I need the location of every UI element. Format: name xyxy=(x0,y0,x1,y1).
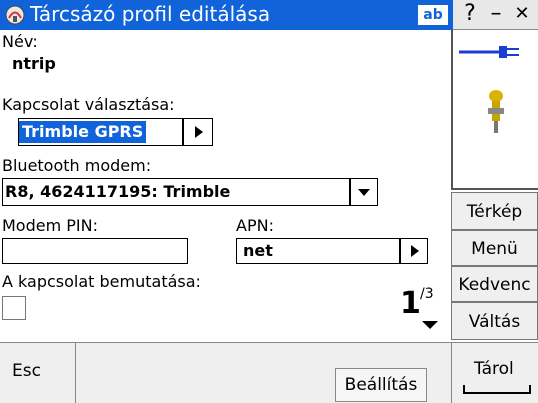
apn-next-button[interactable] xyxy=(400,238,428,264)
side-button-menu[interactable]: Menü xyxy=(451,230,538,266)
settings-label: Beállítás xyxy=(344,375,418,395)
window-title: Tárcsázó profil editálása xyxy=(30,2,271,26)
store-button[interactable]: Tárol xyxy=(451,343,538,403)
name-value[interactable]: ntrip xyxy=(12,54,56,73)
apn-label: APN: xyxy=(236,216,274,235)
input-mode-badge[interactable]: ab xyxy=(418,5,448,25)
bluetooth-dropdown-button[interactable] xyxy=(350,178,378,206)
status-panel xyxy=(451,30,538,190)
chevron-down-icon xyxy=(422,321,438,329)
connection-value: Trimble GPRS xyxy=(19,121,147,143)
name-label: Név: xyxy=(2,32,38,51)
bluetooth-value: R8, 4624117195: Trimble xyxy=(5,182,231,201)
minimize-button[interactable]: – xyxy=(483,1,509,27)
settings-button[interactable]: Beállítás xyxy=(335,368,427,402)
connection-select[interactable]: Trimble GPRS xyxy=(18,118,183,146)
window-controls: ? – ✕ xyxy=(453,0,538,30)
connection-next-button[interactable] xyxy=(183,118,213,146)
pin-label: Modem PIN: xyxy=(2,216,98,235)
apn-input[interactable]: net xyxy=(236,238,400,264)
side-button-favorites[interactable]: Kedvenc xyxy=(451,266,538,302)
page-total: /3 xyxy=(420,286,434,302)
connector-icon xyxy=(459,46,519,58)
arrow-right-icon xyxy=(411,245,419,257)
esc-label: Esc xyxy=(12,361,41,381)
dial-profile-icon xyxy=(4,4,26,26)
page-current: 1 xyxy=(400,286,421,321)
arrow-right-icon xyxy=(195,126,203,138)
help-button[interactable]: ? xyxy=(457,1,483,27)
chevron-down-icon xyxy=(358,189,370,196)
page-indicator[interactable]: 1 /3 xyxy=(398,282,444,338)
show-connection-label: A kapcsolat bemutatása: xyxy=(2,272,201,291)
gps-receiver-icon xyxy=(488,90,504,133)
bluetooth-label: Bluetooth modem: xyxy=(2,156,152,175)
enter-key-icon xyxy=(463,385,531,394)
title-bar: Tárcsázó profil editálása ab xyxy=(0,0,453,30)
side-button-switch[interactable]: Váltás xyxy=(451,302,538,340)
show-connection-checkbox[interactable] xyxy=(2,296,26,320)
store-label: Tárol xyxy=(474,359,514,379)
bluetooth-select[interactable]: R8, 4624117195: Trimble xyxy=(2,178,350,206)
pin-input[interactable] xyxy=(2,238,188,264)
esc-button[interactable]: Esc xyxy=(0,343,76,403)
close-button[interactable]: ✕ xyxy=(509,1,535,27)
apn-value: net xyxy=(243,241,273,260)
side-button-map[interactable]: Térkép xyxy=(451,192,538,230)
connection-label: Kapcsolat választása: xyxy=(2,95,175,114)
